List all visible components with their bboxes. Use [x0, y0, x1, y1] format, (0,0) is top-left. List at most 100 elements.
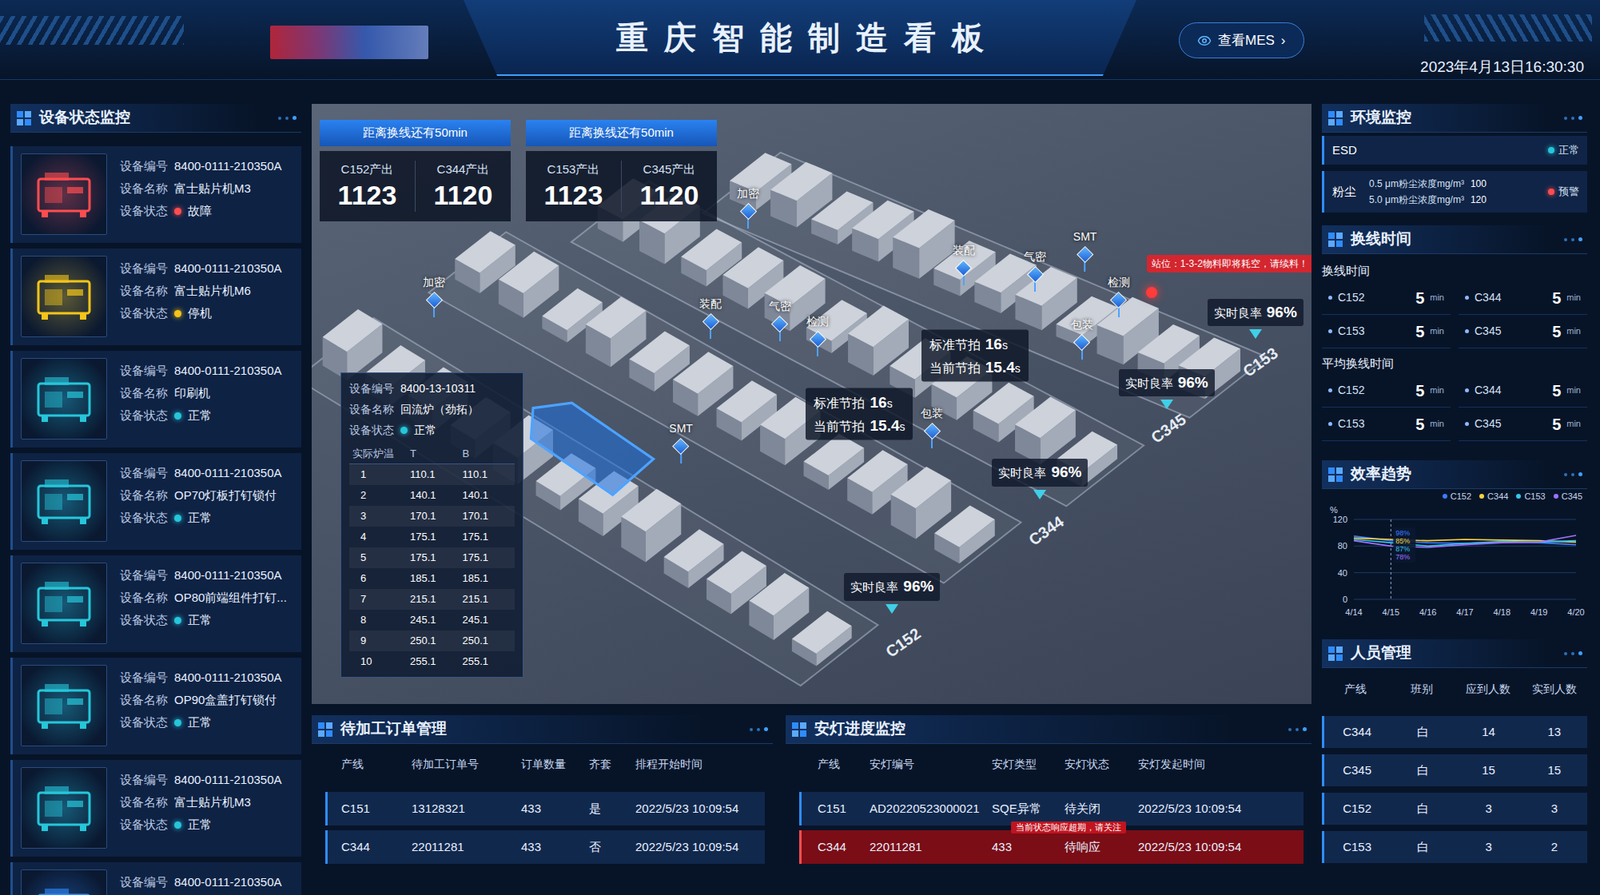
- eye-icon: [1197, 33, 1212, 48]
- svg-text:40: 40: [1337, 568, 1348, 578]
- device-number: 设备编号8400-0111-210350A: [119, 875, 283, 890]
- device-number: 设备编号8400-0111-210350A: [119, 261, 283, 276]
- svg-text:4/18: 4/18: [1493, 607, 1511, 617]
- andon-row[interactable]: C34422011281433待响应2022/5/23 10:09:54当前状态…: [799, 830, 1304, 864]
- production-line-drawing: [311, 309, 878, 686]
- andon-row[interactable]: C151AD20220523000021SQE异常待关闭2022/5/23 10…: [799, 792, 1304, 826]
- machine-icon: [31, 780, 96, 836]
- status-dot: [400, 426, 408, 434]
- station-diamond-icon: [672, 437, 689, 455]
- panel-grid-icon: [318, 722, 333, 737]
- personnel-row[interactable]: C345白1515: [1321, 754, 1588, 787]
- device-panel: 设备状态监控设备编号8400-0111-210350A设备名称富士贴片机M3设备…: [10, 103, 302, 895]
- personnel-row[interactable]: C152白33: [1321, 792, 1588, 825]
- temperature-row: 7215.1215.1: [349, 589, 515, 610]
- panel-grid-icon: [1328, 111, 1343, 126]
- svg-text:87%: 87%: [1395, 545, 1410, 554]
- machine-icon: [31, 575, 96, 632]
- personnel-title: 人员管理: [1321, 639, 1588, 669]
- order-row[interactable]: C15113128321433是2022/5/23 10:09:54: [325, 792, 765, 826]
- device-image: [20, 358, 108, 440]
- device-status: 设备状态正常: [119, 510, 283, 526]
- panel-grid-icon: [1328, 646, 1343, 661]
- station-marker[interactable]: 装配: [699, 296, 722, 339]
- changeover-item: C3445min: [1458, 374, 1588, 408]
- station-diamond-icon: [923, 422, 941, 440]
- machine-icon: [31, 882, 96, 895]
- factory-3d-view[interactable]: 距离换线还有50minC152产出1123C344产出1120距离换线还有50m…: [311, 103, 1312, 705]
- header: 重庆智能制造看板查看MES›2023年4月13日16:30:30: [0, 0, 1600, 80]
- orders-panel: 待加工订单管理产线待加工订单号订单数量齐套排程开始时间C151131283214…: [311, 715, 773, 895]
- station-marker[interactable]: 检测: [806, 314, 829, 357]
- station-diamond-icon: [809, 330, 827, 348]
- yield-badge: 实时良率96%: [1118, 369, 1215, 410]
- yield-badge: 实时良率96%: [843, 573, 940, 614]
- device-card[interactable]: 设备编号8400-0111-210350A设备名称OP70灯板打钉锁付设备状态正…: [10, 453, 302, 550]
- device-number: 设备编号8400-0111-210350A: [119, 159, 283, 174]
- device-card[interactable]: 设备编号8400-0111-210350A设备名称OP90盒盖打钉锁付设备状态正…: [10, 657, 302, 755]
- station-marker[interactable]: SMT: [1073, 229, 1098, 272]
- device-card[interactable]: 设备编号8400-0111-210350A设备名称富士贴片机M3设备状态正常: [10, 760, 302, 857]
- header-stripes: [0, 15, 184, 45]
- andon-overdue-tooltip: 当前状态响应超期，请关注: [1010, 821, 1127, 834]
- line-tag: C152: [880, 621, 926, 664]
- temperature-row: 3170.1170.1: [349, 505, 515, 527]
- personnel-row[interactable]: C344白1413: [1321, 716, 1588, 749]
- title-decoration: [1288, 727, 1307, 732]
- device-number: 设备编号8400-0111-210350A: [119, 363, 283, 379]
- andon-panel: 安灯进度监控产线安灯编号安灯类型安灯状态安灯发起时间C151AD20220523…: [785, 715, 1312, 895]
- personnel-row[interactable]: C153白32: [1321, 831, 1588, 864]
- station-marker[interactable]: 加密: [736, 186, 760, 229]
- chart-legend: C152C344C153C345: [1321, 489, 1588, 504]
- andon-header: 产线安灯编号安灯类型安灯状态安灯发起时间: [785, 748, 1312, 781]
- device-card[interactable]: 设备编号8400-0111-210350A设备名称富士贴片机M3设备状态故障: [10, 146, 302, 243]
- temperature-row: 1110.1110.1: [349, 464, 515, 486]
- title-decoration: [1564, 115, 1583, 120]
- changeover-item: C3445min: [1458, 281, 1588, 315]
- line-end-marker-icon: [1249, 329, 1262, 339]
- temperature-row: 6185.1185.1: [349, 568, 515, 590]
- status-dot: [1548, 188, 1555, 196]
- material-alert[interactable]: 站位：1-3-2物料即将耗空，请续料！: [1146, 254, 1312, 273]
- alert-point-icon: [1146, 286, 1158, 299]
- station-marker[interactable]: 包装: [1070, 317, 1094, 360]
- station-marker[interactable]: 气密: [1023, 249, 1047, 292]
- device-card[interactable]: 设备编号8400-0111-210350A设备名称富士贴片机M6设备状态停机: [10, 248, 302, 346]
- station-marker[interactable]: 装配: [952, 242, 976, 286]
- device-status: 设备状态故障: [119, 203, 283, 219]
- title-decoration: [1564, 651, 1583, 656]
- machine-icon: [31, 677, 96, 734]
- machine-icon: [31, 166, 96, 223]
- station-marker[interactable]: 检测: [1107, 274, 1131, 318]
- station-diamond-icon: [955, 258, 972, 276]
- view-mes-button[interactable]: 查看MES›: [1178, 22, 1305, 59]
- temperature-row: 9250.1250.1: [349, 630, 515, 652]
- changeover-countdown: 距离换线还有50minC153产出1123C345产出1120: [525, 119, 717, 222]
- changeover-item: C1535min: [1321, 407, 1451, 442]
- svg-text:98%: 98%: [1395, 529, 1410, 538]
- station-diamond-icon: [1073, 334, 1091, 351]
- device-image: [20, 869, 108, 895]
- device-card[interactable]: 设备编号8400-0111-210350A设备名称印刷机设备状态正常: [10, 350, 302, 448]
- station-marker[interactable]: SMT: [668, 421, 693, 464]
- line-output: C345产出1120: [620, 160, 717, 213]
- line-end-marker-icon: [1160, 399, 1174, 410]
- status-dot: [174, 719, 182, 727]
- station-marker[interactable]: 气密: [768, 298, 792, 342]
- device-number: 设备编号8400-0111-210350A: [119, 568, 287, 583]
- device-card[interactable]: 设备编号8400-0111-210350A设备名称OP80前端组件打钉...设备…: [10, 555, 302, 653]
- device-name: 设备名称OP90盒盖打钉锁付: [119, 692, 283, 708]
- production-line-drawing: [703, 152, 1268, 418]
- device-name: 设备名称富士贴片机M3: [119, 795, 283, 810]
- order-row[interactable]: C34422011281433否2022/5/23 10:09:54: [325, 830, 765, 864]
- machine-block: [498, 251, 559, 319]
- yield-badge: 实时良率96%: [1207, 298, 1304, 340]
- station-marker[interactable]: 加密: [422, 274, 446, 318]
- changeover-item: C1535min: [1321, 314, 1451, 349]
- device-status: 设备状态正常: [119, 817, 283, 832]
- device-card[interactable]: 设备编号8400-0111-210350A: [10, 862, 302, 895]
- device-name: 设备名称OP80前端组件打钉...: [119, 590, 287, 605]
- station-marker[interactable]: 包装: [920, 405, 944, 449]
- svg-text:4/15: 4/15: [1382, 607, 1400, 617]
- efficiency-plot: %120804004/144/154/164/174/184/194/2098%…: [1321, 503, 1588, 624]
